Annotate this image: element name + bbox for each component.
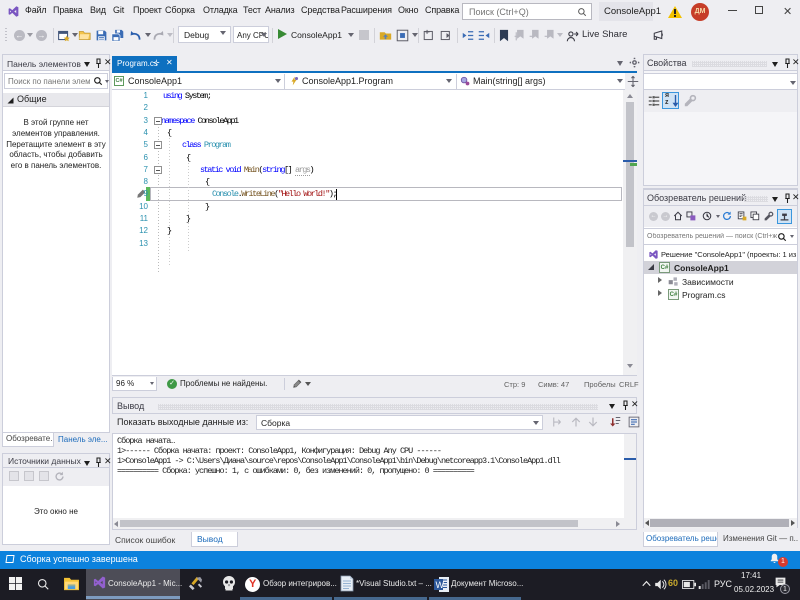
svg-text:W: W [436,580,445,590]
